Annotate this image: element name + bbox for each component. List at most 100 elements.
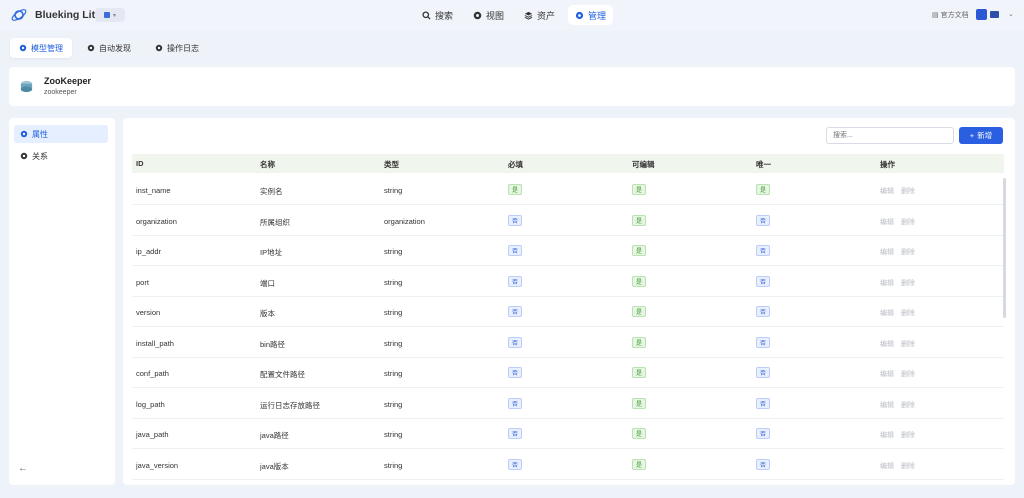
sidebar-item-label: 关系: [32, 151, 48, 161]
nav-asset[interactable]: 资产: [517, 5, 562, 25]
main-nav: 搜索 视图 资产 管理: [415, 5, 614, 25]
column-header-editable: 可编辑: [632, 160, 655, 169]
editable-tag: 是: [632, 245, 646, 256]
cell-name: 配置文件路径: [260, 370, 305, 379]
unique-tag: 否: [756, 306, 770, 317]
delete-link[interactable]: 删除: [901, 247, 915, 257]
nav-search-label: 搜索: [435, 10, 454, 21]
required-tag: 否: [508, 458, 522, 470]
cell-type: string: [384, 308, 403, 317]
editable-tag: 是: [632, 214, 646, 226]
required-tag: 否: [508, 336, 522, 348]
edit-link[interactable]: 编辑: [880, 400, 894, 410]
add-button-label: 新增: [977, 131, 993, 140]
table-row: java_version java版本 string 否 是 否 编辑 删除: [132, 450, 1004, 480]
edit-link[interactable]: 编辑: [880, 278, 894, 288]
add-button[interactable]: + 新增: [959, 127, 1003, 144]
cell-id: log_path: [136, 399, 165, 409]
nav-asset-label: 资产: [537, 10, 556, 21]
unique-tag: 否: [756, 336, 770, 348]
cell-type: string: [384, 460, 403, 470]
delete-link[interactable]: 删除: [901, 400, 915, 410]
unique-tag: 否: [756, 367, 770, 378]
editable-tag: 是: [632, 428, 646, 439]
edit-link[interactable]: 编辑: [880, 247, 894, 257]
nav-view-label: 视图: [486, 10, 505, 21]
editable-tag: 是: [632, 306, 646, 317]
editable-tag: 是: [632, 184, 646, 195]
tab-label: 操作日志: [167, 43, 199, 53]
unique-tag: 否: [756, 428, 770, 439]
table-row: log_path 运行日志存放路径 string 否 是 否 编辑 删除: [132, 389, 1004, 419]
editable-tag: 是: [632, 275, 646, 287]
delete-link[interactable]: 删除: [901, 369, 915, 379]
search-input[interactable]: [826, 127, 954, 144]
editable-tag: 是: [632, 336, 646, 348]
attributes-panel: + 新增 ID 名称 类型 必填 可编辑 唯一 操作 inst_name 实例名 s…: [123, 118, 1015, 485]
edit-link[interactable]: 编辑: [880, 339, 894, 349]
required-tag: 否: [508, 367, 522, 378]
collapse-icon[interactable]: ←: [18, 463, 28, 474]
cell-name: java路径: [260, 431, 289, 440]
cell-id: port: [136, 277, 149, 287]
cell-id: java_path: [136, 430, 169, 439]
required-tag: 否: [508, 214, 522, 226]
unique-tag: 否: [756, 245, 770, 256]
tab-model-management[interactable]: 模型管理: [10, 38, 72, 58]
edit-link[interactable]: 编辑: [880, 369, 894, 379]
avatar[interactable]: [976, 9, 987, 20]
chevron-down-icon[interactable]: ⌄: [1008, 10, 1014, 18]
cell-name: 所属组织: [260, 217, 290, 227]
table-row: port 端口 string 否 是 否 编辑 删除: [132, 267, 1004, 297]
edit-link[interactable]: 编辑: [880, 430, 894, 440]
app-switcher[interactable]: ▾: [95, 8, 125, 22]
sidebar-item-relations[interactable]: 关系: [14, 147, 108, 165]
model-name: ZooKeeper: [44, 76, 92, 86]
editable-tag: 是: [632, 397, 646, 409]
delete-link[interactable]: 删除: [901, 308, 915, 318]
edit-link[interactable]: 编辑: [880, 308, 894, 318]
cell-name: java版本: [260, 461, 289, 471]
edit-link[interactable]: 编辑: [880, 461, 894, 471]
delete-link[interactable]: 删除: [901, 278, 915, 288]
sub-tabs: 模型管理 自动发现 操作日志: [10, 38, 208, 58]
cell-id: organization: [136, 216, 177, 226]
cell-type: string: [384, 338, 403, 348]
zookeeper-icon: [20, 80, 33, 93]
cell-name: 实例名: [260, 187, 283, 196]
edit-link[interactable]: 编辑: [880, 217, 894, 227]
table-row: conf_path 配置文件路径 string 否 是 否 编辑 删除: [132, 358, 1004, 388]
cell-name: 运行日志存放路径: [260, 400, 320, 410]
cell-name: 版本: [260, 309, 275, 318]
sidebar-item-attributes[interactable]: 属性: [14, 125, 108, 143]
tab-operation-log[interactable]: 操作日志: [146, 38, 208, 58]
plus-icon: +: [969, 131, 975, 140]
delete-link[interactable]: 删除: [901, 186, 915, 196]
manage-icon: [575, 11, 584, 19]
nav-view[interactable]: 视图: [466, 5, 511, 25]
app-name: Blueking Lite: [35, 9, 101, 21]
table-scrollbar[interactable]: [1003, 178, 1006, 318]
required-tag: 是: [508, 184, 522, 195]
table-header: ID 名称 类型 必填 可编辑 唯一 操作: [132, 154, 1004, 173]
nav-search[interactable]: 搜索: [415, 5, 460, 25]
user-menu-icon[interactable]: [990, 11, 999, 18]
docs-link[interactable]: ▤ 官方文档: [932, 10, 969, 20]
cell-id: inst_name: [136, 186, 171, 195]
nav-manage-label: 管理: [588, 10, 607, 21]
nav-manage[interactable]: 管理: [568, 5, 614, 25]
tab-auto-discovery[interactable]: 自动发现: [78, 38, 140, 58]
column-header-actions: 操作: [880, 160, 895, 169]
delete-link[interactable]: 删除: [901, 461, 915, 471]
cell-type: string: [384, 277, 403, 287]
cell-type: string: [384, 369, 403, 378]
sidebar: 属性 关系 ←: [9, 118, 115, 485]
cell-id: version: [136, 308, 161, 317]
required-tag: 否: [508, 397, 522, 409]
delete-link[interactable]: 删除: [901, 430, 915, 440]
edit-link[interactable]: 编辑: [880, 186, 894, 196]
unique-tag: 否: [756, 458, 770, 470]
delete-link[interactable]: 删除: [901, 217, 915, 227]
delete-link[interactable]: 删除: [901, 339, 915, 349]
logo-icon[interactable]: [10, 6, 28, 24]
